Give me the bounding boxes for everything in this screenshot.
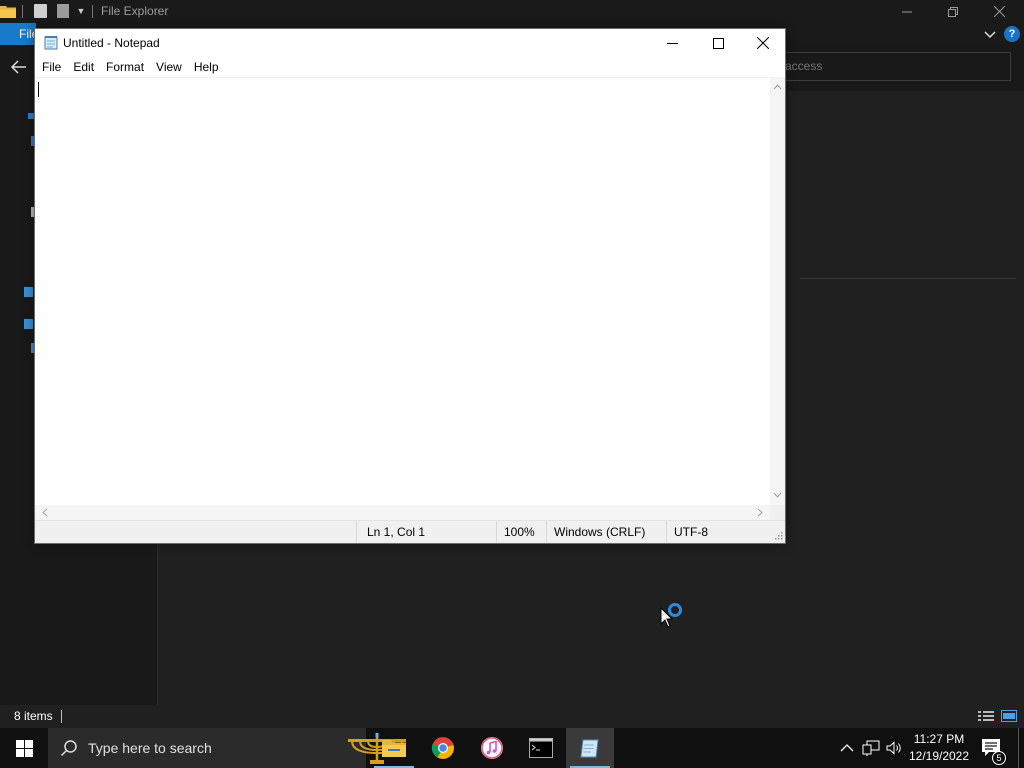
window-title: File Explorer [101, 4, 169, 18]
maximize-button[interactable] [695, 29, 741, 57]
windows-logo-icon [15, 739, 33, 757]
menu-help[interactable]: Help [188, 57, 225, 77]
notepad-window: Untitled - Notepad File Edit Format View… [34, 28, 786, 544]
section-divider [800, 278, 1016, 279]
window-title: Untitled - Notepad [63, 36, 160, 50]
notepad-icon [44, 36, 58, 50]
folder-icon [0, 6, 16, 18]
minimize-button[interactable] [649, 29, 695, 57]
text-editor-area[interactable] [35, 77, 770, 505]
cursor-position: Ln 1, Col 1 [356, 521, 496, 543]
details-view-icon[interactable] [978, 710, 994, 722]
network-icon[interactable] [862, 739, 880, 757]
close-button[interactable] [976, 0, 1022, 23]
scroll-up-arrow-icon[interactable] [770, 81, 785, 93]
close-icon [993, 6, 1005, 17]
large-icons-view-icon[interactable] [1001, 710, 1017, 722]
taskbar-search-box[interactable]: Type here to search [48, 728, 406, 768]
menu-format[interactable]: Format [100, 57, 150, 77]
taskbar-file-explorer[interactable] [370, 728, 418, 768]
clock-date[interactable]: 12/19/2022 [907, 748, 971, 765]
taskbar-notepad[interactable] [566, 728, 614, 768]
back-arrow-icon[interactable] [10, 59, 28, 75]
restore-icon [948, 6, 958, 17]
explorer-status-bar: 8 items [0, 705, 1024, 728]
restore-button[interactable] [930, 0, 976, 23]
menu-file[interactable]: File [36, 57, 67, 77]
volume-icon[interactable] [885, 739, 903, 757]
toolbar-separator [22, 5, 23, 18]
show-hidden-icons-icon[interactable] [838, 739, 856, 757]
item-count: 8 items [14, 709, 53, 723]
taskbar: Type here to search 11:27 PM 12/19/2022 [0, 728, 1024, 768]
file-tab[interactable]: File [0, 23, 36, 45]
music-note-icon [481, 737, 503, 759]
terminal-icon [529, 738, 553, 758]
this-pc-icon [24, 287, 33, 297]
zoom-level: 100% [496, 521, 546, 543]
notepad-status-bar: Ln 1, Col 1 100% Windows (CRLF) UTF-8 [35, 520, 785, 543]
taskbar-command-prompt[interactable] [517, 728, 565, 768]
new-folder-icon[interactable] [57, 4, 69, 18]
chevron-down-icon[interactable] [982, 26, 998, 42]
scrollbar-corner [770, 505, 785, 520]
minimize-icon [666, 42, 678, 44]
search-placeholder: Type here to search [88, 740, 212, 756]
chrome-icon [431, 737, 454, 759]
encoding: UTF-8 [666, 521, 770, 543]
help-icon[interactable]: ? [1004, 26, 1020, 42]
network-icon [24, 319, 33, 329]
notification-count-badge: 5 [992, 751, 1006, 765]
minimize-icon [902, 11, 912, 12]
notepad-icon [580, 739, 599, 758]
close-button[interactable] [740, 29, 786, 57]
notepad-title-bar[interactable]: Untitled - Notepad [35, 29, 785, 57]
search-icon [60, 740, 77, 757]
folder-icon [382, 740, 406, 757]
menu-view[interactable]: View [150, 57, 188, 77]
search-input[interactable]: access [770, 52, 1011, 81]
explorer-title-bar[interactable]: ▼ File Explorer [0, 0, 1024, 23]
taskbar-itunes[interactable] [468, 728, 516, 768]
start-button[interactable] [0, 728, 48, 768]
vertical-scrollbar[interactable] [770, 77, 785, 505]
show-desktop-button[interactable] [1018, 728, 1024, 768]
minimize-button[interactable] [884, 0, 930, 23]
scroll-left-arrow-icon[interactable] [39, 505, 51, 520]
text-caret [38, 82, 39, 97]
scroll-down-arrow-icon[interactable] [770, 489, 785, 501]
close-icon [757, 37, 769, 49]
toolbar-separator [92, 5, 93, 18]
mouse-pointer-icon [660, 607, 674, 628]
clock-time[interactable]: 11:27 PM [907, 731, 971, 748]
scroll-right-arrow-icon[interactable] [754, 505, 766, 520]
menu-bar: File Edit Format View Help [35, 57, 785, 77]
taskbar-chrome[interactable] [419, 728, 467, 768]
properties-icon[interactable] [34, 4, 47, 18]
chevron-down-icon[interactable]: ▼ [76, 5, 86, 17]
maximize-icon [712, 37, 724, 49]
menu-edit[interactable]: Edit [67, 57, 100, 77]
line-ending: Windows (CRLF) [546, 521, 666, 543]
status-separator [61, 710, 62, 723]
resize-grip-icon[interactable] [773, 530, 783, 540]
horizontal-scrollbar[interactable] [35, 505, 770, 520]
